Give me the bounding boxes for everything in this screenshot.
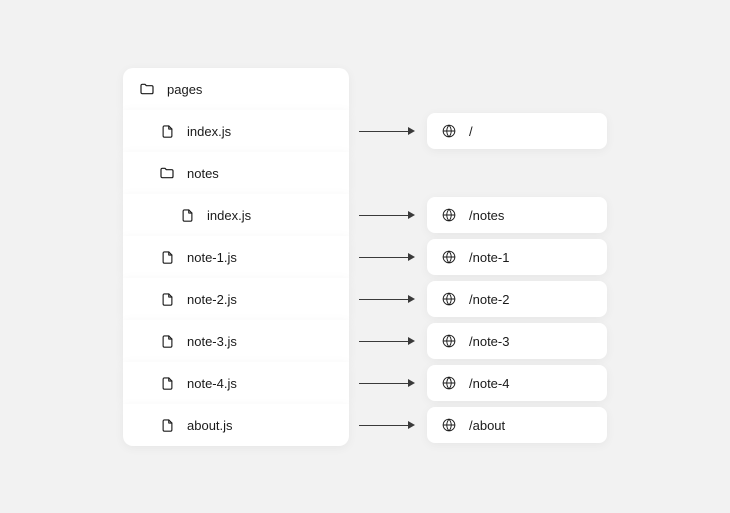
diagram-row: pages — [123, 68, 730, 110]
file-icon — [159, 123, 175, 139]
tree-label: about.js — [187, 418, 233, 433]
route-label: /note-3 — [469, 334, 509, 349]
globe-icon — [441, 249, 457, 265]
tree-panel: notes — [123, 152, 349, 194]
route-pill: / — [427, 113, 607, 149]
file-icon — [179, 207, 195, 223]
diagram-row: note-3.js /note-3 — [123, 320, 730, 362]
file-icon — [159, 291, 175, 307]
file-icon — [159, 417, 175, 433]
tree-item-folder: notes — [123, 152, 349, 194]
tree-label: notes — [187, 166, 219, 181]
route-label: /note-1 — [469, 250, 509, 265]
globe-icon — [441, 375, 457, 391]
tree-item-file: note-4.js — [123, 362, 349, 404]
tree-panel: index.js — [123, 110, 349, 152]
globe-icon — [441, 333, 457, 349]
tree-panel: note-3.js — [123, 320, 349, 362]
route-pill: /note-2 — [427, 281, 607, 317]
diagram-row: about.js /about — [123, 404, 730, 446]
tree-panel: index.js — [123, 194, 349, 236]
diagram-canvas: pages index.js / — [0, 0, 730, 513]
file-icon — [159, 375, 175, 391]
diagram-row: notes — [123, 152, 730, 194]
route-pill: /about — [427, 407, 607, 443]
tree-label: note-4.js — [187, 376, 237, 391]
tree-label: note-2.js — [187, 292, 237, 307]
route-label: /about — [469, 418, 505, 433]
arrow-icon — [359, 295, 415, 303]
file-icon — [159, 333, 175, 349]
folder-icon — [159, 165, 175, 181]
arrow-icon — [359, 337, 415, 345]
tree-label: index.js — [187, 124, 231, 139]
route-pill: /note-4 — [427, 365, 607, 401]
tree-item-file: index.js — [123, 194, 349, 236]
tree-item-file: about.js — [123, 404, 349, 446]
arrow-icon — [359, 253, 415, 261]
tree-label: note-1.js — [187, 250, 237, 265]
tree-label: note-3.js — [187, 334, 237, 349]
globe-icon — [441, 417, 457, 433]
tree-panel: pages — [123, 68, 349, 110]
route-pill: /note-1 — [427, 239, 607, 275]
tree-panel: note-1.js — [123, 236, 349, 278]
tree-panel: note-2.js — [123, 278, 349, 320]
file-icon — [159, 249, 175, 265]
tree-label: pages — [167, 82, 202, 97]
diagram-row: note-4.js /note-4 — [123, 362, 730, 404]
diagram-row: note-2.js /note-2 — [123, 278, 730, 320]
diagram-row: index.js / — [123, 110, 730, 152]
diagram-row: note-1.js /note-1 — [123, 236, 730, 278]
tree-item-file: note-3.js — [123, 320, 349, 362]
folder-icon — [139, 81, 155, 97]
diagram-row: index.js /notes — [123, 194, 730, 236]
tree-panel: about.js — [123, 404, 349, 446]
arrow-icon — [359, 127, 415, 135]
globe-icon — [441, 207, 457, 223]
arrow-icon — [359, 379, 415, 387]
tree-panel: note-4.js — [123, 362, 349, 404]
tree-label: index.js — [207, 208, 251, 223]
route-pill: /note-3 — [427, 323, 607, 359]
globe-icon — [441, 291, 457, 307]
arrow-icon — [359, 421, 415, 429]
tree-item-file: note-1.js — [123, 236, 349, 278]
route-label: /note-4 — [469, 376, 509, 391]
route-label: /note-2 — [469, 292, 509, 307]
globe-icon — [441, 123, 457, 139]
route-pill: /notes — [427, 197, 607, 233]
route-label: /notes — [469, 208, 504, 223]
route-label: / — [469, 124, 473, 139]
tree-item-file: index.js — [123, 110, 349, 152]
tree-item-file: note-2.js — [123, 278, 349, 320]
arrow-icon — [359, 211, 415, 219]
tree-item-folder: pages — [123, 68, 349, 110]
